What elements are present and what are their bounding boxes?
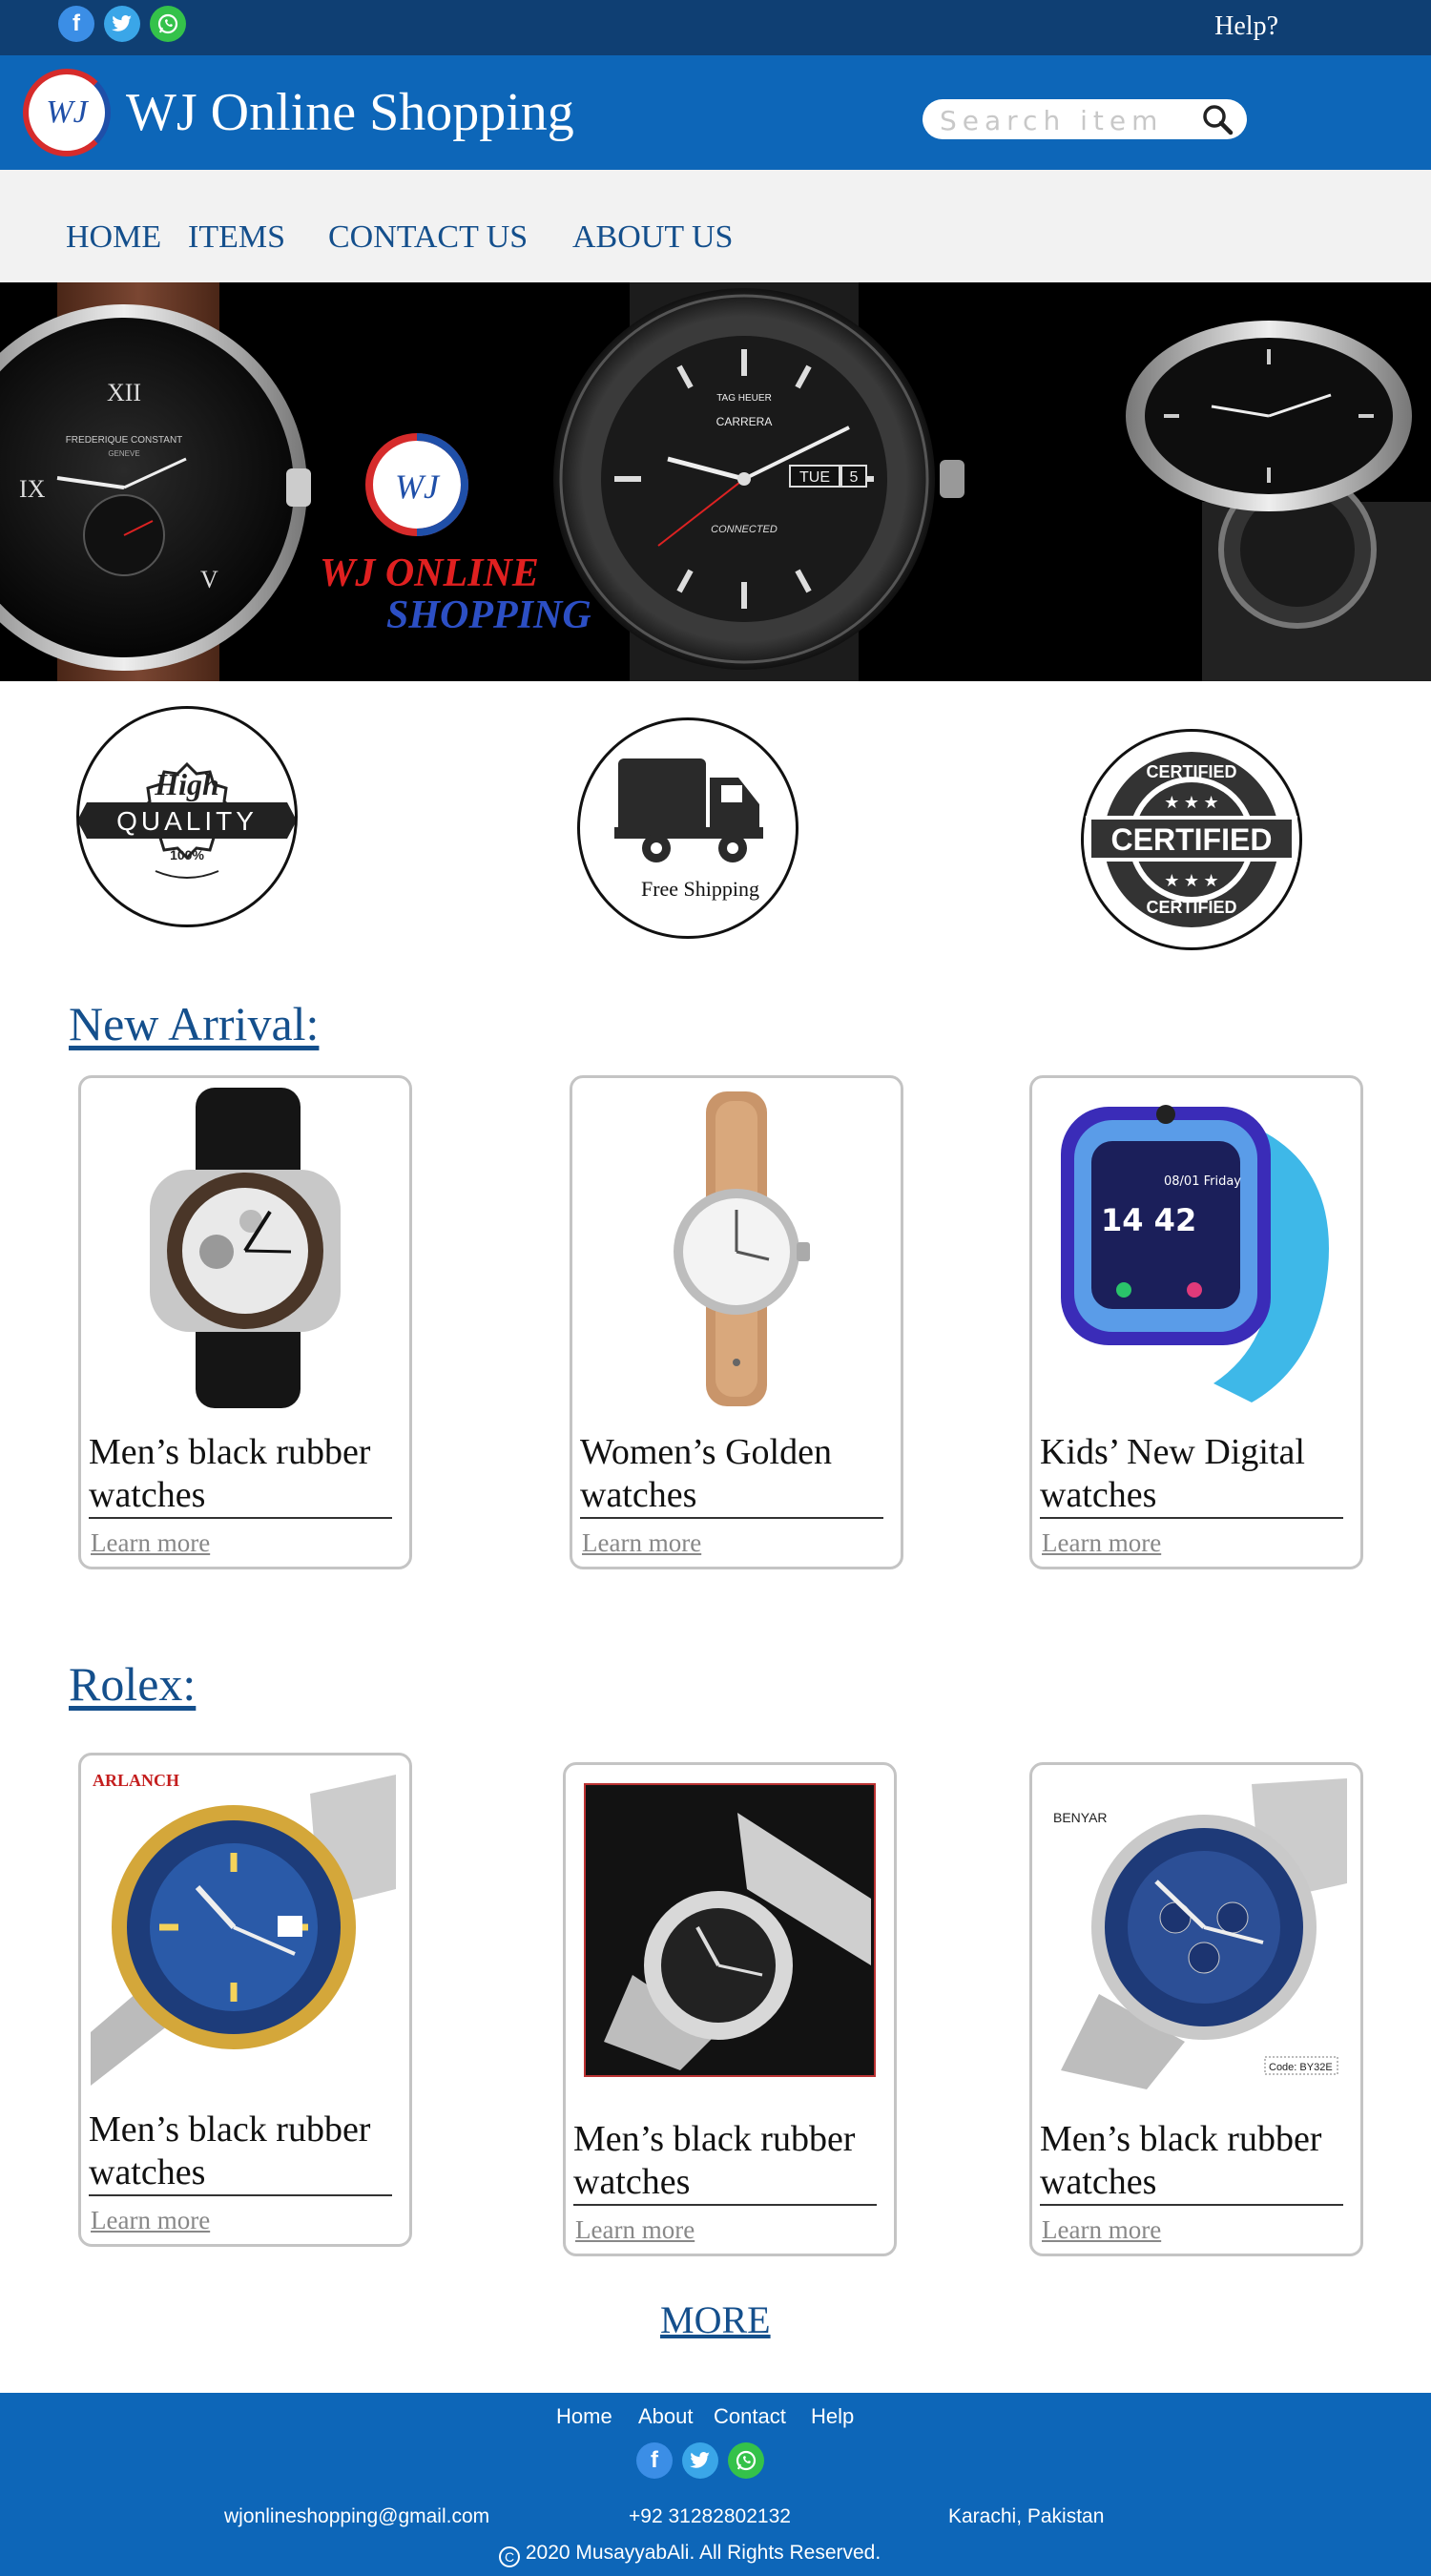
footer-link-contact[interactable]: Contact [714, 2404, 786, 2429]
top-bar: f Help? [0, 0, 1431, 55]
product-title: Men’s black rubber watches [89, 2109, 392, 2196]
free-shipping-badge: Free Shipping [577, 717, 798, 939]
footer-phone: +92 31282802132 [629, 2505, 791, 2527]
product-image-rolex-silver [584, 1783, 876, 2077]
watch2-brand: TAG HEUER [716, 393, 772, 404]
watch2-date-day: TUE [799, 469, 830, 486]
main-nav: HOME ITEMS CONTACT US ABOUT US [0, 170, 1431, 282]
learn-more-link[interactable]: Learn more [91, 2206, 210, 2235]
search-input[interactable] [938, 103, 1190, 137]
rolex3-code-tag: Code: BY32E [1269, 2062, 1333, 2073]
free-shipping-label: Free Shipping [641, 877, 759, 901]
learn-more-link[interactable]: Learn more [582, 1528, 701, 1558]
nav-home[interactable]: HOME [66, 219, 161, 256]
logo-text: WJ [46, 94, 88, 130]
certified-badge: CERTIFIED CERTIFIED CERTIFIED ★ ★ ★ ★ ★ … [1081, 729, 1302, 950]
footer-copyright: C 2020 MusayyabAli. All Rights Reserved. [499, 2542, 881, 2567]
search-icon[interactable] [1199, 103, 1237, 135]
product-card[interactable]: Men’s black rubber watches Learn more [563, 1762, 897, 2256]
product-title: Men’s black rubber watches [89, 1431, 392, 1519]
twitter-icon[interactable] [682, 2442, 718, 2479]
nav-items[interactable]: ITEMS [188, 219, 285, 256]
product-image-womens-golden [674, 1091, 810, 1406]
product-title: Women’s Golden watches [580, 1431, 883, 1519]
rolex1-brand-tag: ARLANCH [93, 1771, 179, 1790]
product-image-mens-rubber [150, 1088, 341, 1408]
product-title: Kids’ New Digital watches [1040, 1431, 1343, 1519]
product-image-rolex-blue-chrono: BENYAR Code: BY32E [1053, 1778, 1347, 2089]
nav-about-us[interactable]: ABOUT US [572, 219, 733, 256]
banner-brand-line1: WJ ONLINE [320, 551, 539, 595]
svg-text:★ ★ ★: ★ ★ ★ [1164, 793, 1218, 812]
new-arrival-title: New Arrival: [69, 997, 320, 1050]
product-title: Men’s black rubber watches [1040, 2118, 1343, 2206]
footer-link-help[interactable]: Help [811, 2404, 854, 2429]
help-link[interactable]: Help? [1214, 11, 1278, 42]
copyright-text: 2020 MusayyabAli. All Rights Reserved. [525, 2542, 881, 2564]
footer-link-home[interactable]: Home [556, 2404, 612, 2429]
nav-contact-us[interactable]: CONTACT US [328, 219, 528, 256]
truck-icon [614, 758, 763, 862]
site-logo[interactable]: WJ [23, 69, 111, 156]
product-card[interactable]: BENYAR Code: BY32E Men’s black rubber wa… [1029, 1762, 1363, 2256]
banner-logo-text: WJ [395, 467, 441, 506]
footer-social-links: f [636, 2442, 764, 2479]
watch2-connected: CONNECTED [711, 524, 778, 535]
product-card[interactable]: Men’s black rubber watches Learn more [78, 1075, 412, 1569]
banner-brand-line2: SHOPPING [386, 593, 591, 637]
footer-email[interactable]: wjonlineshopping@gmail.com [224, 2505, 489, 2528]
quality-badge-top: High [154, 767, 219, 801]
banner-watches-image: XII IX V FREDERIQUE CONSTANT GENEVE WJ W… [0, 282, 1431, 681]
footer-location: Karachi, Pakistan [948, 2505, 1105, 2527]
rolex-title: Rolex: [69, 1657, 197, 1711]
quality-badge-middle: QUALITY [116, 806, 258, 836]
certified-badge-bottom: CERTIFIED [1146, 898, 1236, 917]
product-image-rolex-gold: ARLANCH [91, 1771, 396, 2086]
copyright-icon: C [499, 2546, 520, 2567]
kids-watch-time: 14 42 [1101, 1202, 1196, 1238]
rolex3-brand-tag: BENYAR [1053, 1810, 1108, 1825]
footer-link-about[interactable]: About [638, 2404, 694, 2429]
watch1-numeral-left: IX [19, 475, 46, 503]
hero-banner: XII IX V FREDERIQUE CONSTANT GENEVE WJ W… [0, 282, 1431, 681]
product-card[interactable]: ARLANCH Men’s black rubber watches Learn… [78, 1753, 412, 2247]
site-title: WJ Online Shopping [126, 83, 574, 142]
site-header: WJ WJ Online Shopping [0, 55, 1431, 170]
certified-badge-middle: CERTIFIED [1111, 822, 1273, 857]
product-image-kids-digital: 14 42 08/01 Friday [1061, 1105, 1329, 1402]
more-link[interactable]: MORE [660, 2297, 771, 2342]
product-card[interactable]: Women’s Golden watches Learn more [570, 1075, 903, 1569]
kids-watch-date: 08/01 Friday [1164, 1174, 1241, 1189]
facebook-icon[interactable]: f [636, 2442, 673, 2479]
social-links: f [58, 6, 186, 42]
product-title: Men’s black rubber watches [573, 2118, 877, 2206]
twitter-icon[interactable] [104, 6, 140, 42]
learn-more-link[interactable]: Learn more [575, 2215, 695, 2245]
quality-badge: High QUALITY 100% [76, 706, 298, 927]
watch1-brand: FREDERIQUE CONSTANT [66, 435, 183, 446]
watch1-city: GENEVE [108, 449, 139, 458]
watch2-date-num: 5 [850, 469, 859, 486]
learn-more-link[interactable]: Learn more [1042, 1528, 1161, 1558]
watch1-numeral-bottom: V [200, 566, 218, 593]
svg-text:★ ★ ★: ★ ★ ★ [1164, 871, 1218, 890]
product-card[interactable]: 14 42 08/01 Friday Kids’ New Digital wat… [1029, 1075, 1363, 1569]
watch2-model: CARRERA [716, 415, 773, 428]
quality-badge-bottom: 100% [170, 847, 204, 862]
site-footer: Home About Contact Help f wjonlineshoppi… [0, 2393, 1431, 2576]
certified-badge-top: CERTIFIED [1146, 762, 1236, 781]
whatsapp-icon[interactable] [728, 2442, 764, 2479]
search-box [923, 99, 1247, 139]
watch1-numeral-top: XII [107, 379, 141, 406]
learn-more-link[interactable]: Learn more [91, 1528, 210, 1558]
facebook-icon[interactable]: f [58, 6, 94, 42]
learn-more-link[interactable]: Learn more [1042, 2215, 1161, 2245]
whatsapp-icon[interactable] [150, 6, 186, 42]
